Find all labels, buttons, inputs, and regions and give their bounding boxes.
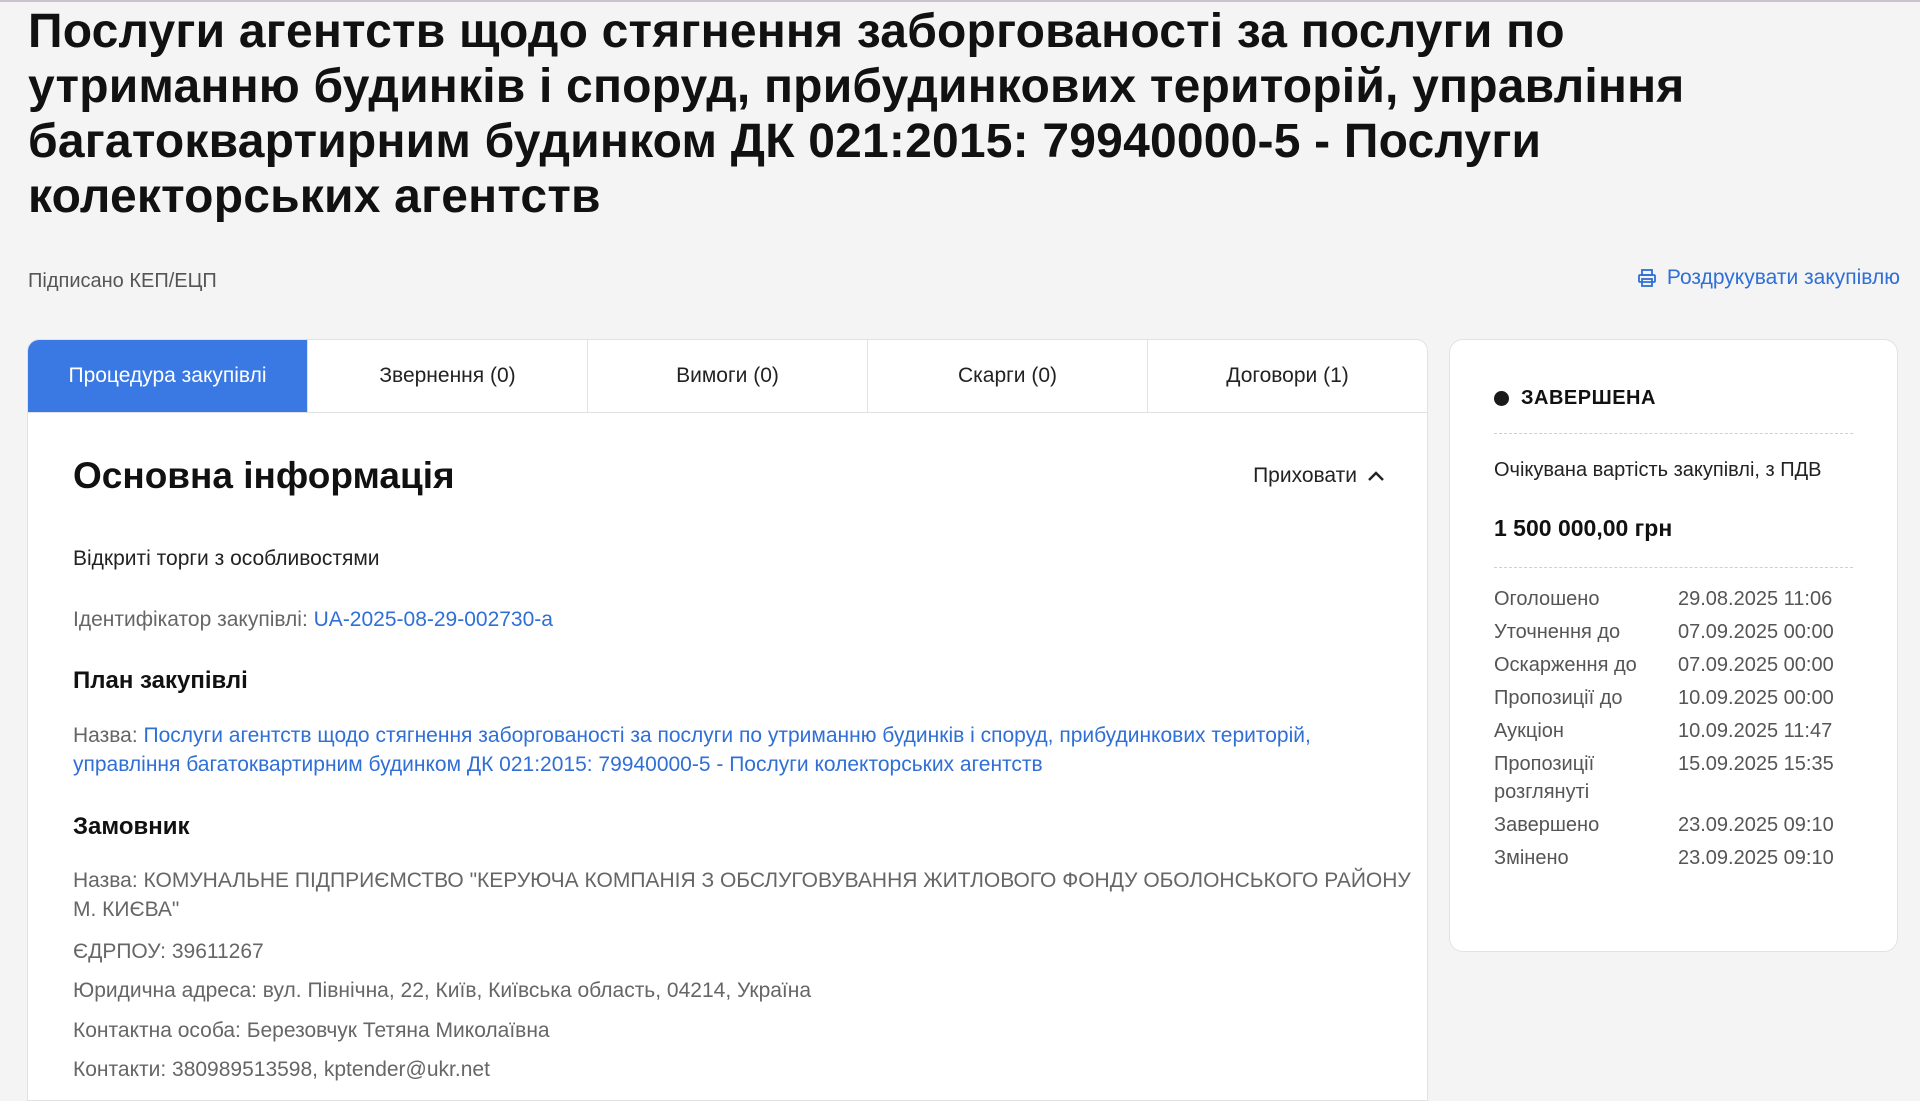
status-row: ЗАВЕРШЕНА xyxy=(1494,387,1656,410)
date-row: Оголошено 29.08.2025 11:06 xyxy=(1494,585,1874,613)
status-label: ЗАВЕРШЕНА xyxy=(1521,387,1656,409)
divider xyxy=(1494,567,1853,568)
hide-label: Приховати xyxy=(1253,464,1357,487)
customer-edrpou: ЄДРПОУ: 39611267 xyxy=(73,940,264,963)
plan-name-label: Назва: xyxy=(73,724,138,747)
tab-complaints[interactable]: Скарги (0) xyxy=(868,340,1148,412)
date-label: Оголошено xyxy=(1494,588,1600,610)
date-row: Пропозиції до 10.09.2025 00:00 xyxy=(1494,684,1874,712)
customer-address: Юридична адреса: вул. Північна, 22, Київ… xyxy=(73,979,812,1002)
chevron-up-icon xyxy=(1367,464,1385,488)
date-label: Оскарження до xyxy=(1494,654,1637,676)
procurement-id-row: Ідентифікатор закупівлі: UA-2025-08-29-0… xyxy=(73,608,553,632)
divider xyxy=(1494,433,1853,434)
top-rule xyxy=(0,0,1920,2)
tab-claims[interactable]: Вимоги (0) xyxy=(588,340,868,412)
date-label: Завершено xyxy=(1494,814,1600,836)
customer-contact-person: Контактна особа: Березовчук Тетяна Микол… xyxy=(73,1019,550,1042)
printer-icon xyxy=(1637,268,1657,288)
signed-label: Підписано КЕП/ЕЦП xyxy=(28,270,217,292)
customer-name: Назва: КОМУНАЛЬНЕ ПІДПРИЄМСТВО "КЕРУЮЧА … xyxy=(73,869,1411,921)
date-row: Змінено 23.09.2025 09:10 xyxy=(1494,844,1874,872)
procurement-id-link[interactable]: UA-2025-08-29-002730-a xyxy=(314,608,553,631)
date-value: 23.09.2025 09:10 xyxy=(1678,847,1834,869)
date-row: Пропозиції розглянуті 15.09.2025 15:35 xyxy=(1494,750,1874,806)
customer-title: Замовник xyxy=(73,813,190,840)
date-label: Пропозиції до xyxy=(1494,687,1623,709)
date-value: 15.09.2025 15:35 xyxy=(1678,753,1834,775)
tab-procedure[interactable]: Процедура закупівлі xyxy=(28,340,308,412)
date-row: Оскарження до 07.09.2025 00:00 xyxy=(1494,651,1874,679)
hide-toggle[interactable]: Приховати xyxy=(1253,464,1385,488)
section-title: Основна інформація xyxy=(73,455,455,496)
expected-value: 1 500 000,00 грн xyxy=(1494,515,1673,541)
status-dot-icon xyxy=(1494,391,1509,406)
procurement-id-label: Ідентифікатор закупівлі: xyxy=(73,608,308,631)
plan-title: План закупівлі xyxy=(73,667,248,694)
status-card: ЗАВЕРШЕНА Очікувана вартість закупівлі, … xyxy=(1449,339,1898,952)
date-label: Уточнення до xyxy=(1494,621,1621,643)
print-procurement-link[interactable]: Роздрукувати закупівлю xyxy=(1637,266,1900,290)
date-value: 10.09.2025 00:00 xyxy=(1678,687,1834,709)
date-value: 29.08.2025 11:06 xyxy=(1678,588,1833,610)
procedure-type: Відкриті торги з особливостями xyxy=(73,547,380,570)
expected-value-label: Очікувана вартість закупівлі, з ПДВ xyxy=(1494,459,1822,481)
date-value: 07.09.2025 00:00 xyxy=(1678,654,1834,676)
date-label: Пропозиції розглянуті xyxy=(1494,753,1595,803)
date-label: Змінено xyxy=(1494,847,1569,869)
tab-contracts[interactable]: Договори (1) xyxy=(1148,340,1427,412)
date-row: Аукціон 10.09.2025 11:47 xyxy=(1494,717,1874,745)
page-title: Послуги агентств щодо стягнення заборгов… xyxy=(28,5,1685,223)
date-value: 07.09.2025 00:00 xyxy=(1678,621,1834,643)
date-row: Уточнення до 07.09.2025 00:00 xyxy=(1494,618,1874,646)
date-label: Аукціон xyxy=(1494,720,1564,742)
date-value: 23.09.2025 09:10 xyxy=(1678,814,1834,836)
plan-name: Назва: Послуги агентств щодо стягнення з… xyxy=(73,721,1403,779)
dates-list: Оголошено 29.08.2025 11:06 Уточнення до … xyxy=(1494,585,1874,877)
tab-appeals[interactable]: Звернення (0) xyxy=(308,340,588,412)
print-label: Роздрукувати закупівлю xyxy=(1666,266,1900,289)
date-row: Завершено 23.09.2025 09:10 xyxy=(1494,811,1874,839)
procurement-card: Процедура закупівлі Звернення (0) Вимоги… xyxy=(27,339,1428,1101)
plan-name-link[interactable]: Послуги агентств щодо стягнення заборгов… xyxy=(73,724,1311,776)
tab-bar: Процедура закупівлі Звернення (0) Вимоги… xyxy=(28,340,1427,413)
date-value: 10.09.2025 11:47 xyxy=(1678,720,1833,742)
